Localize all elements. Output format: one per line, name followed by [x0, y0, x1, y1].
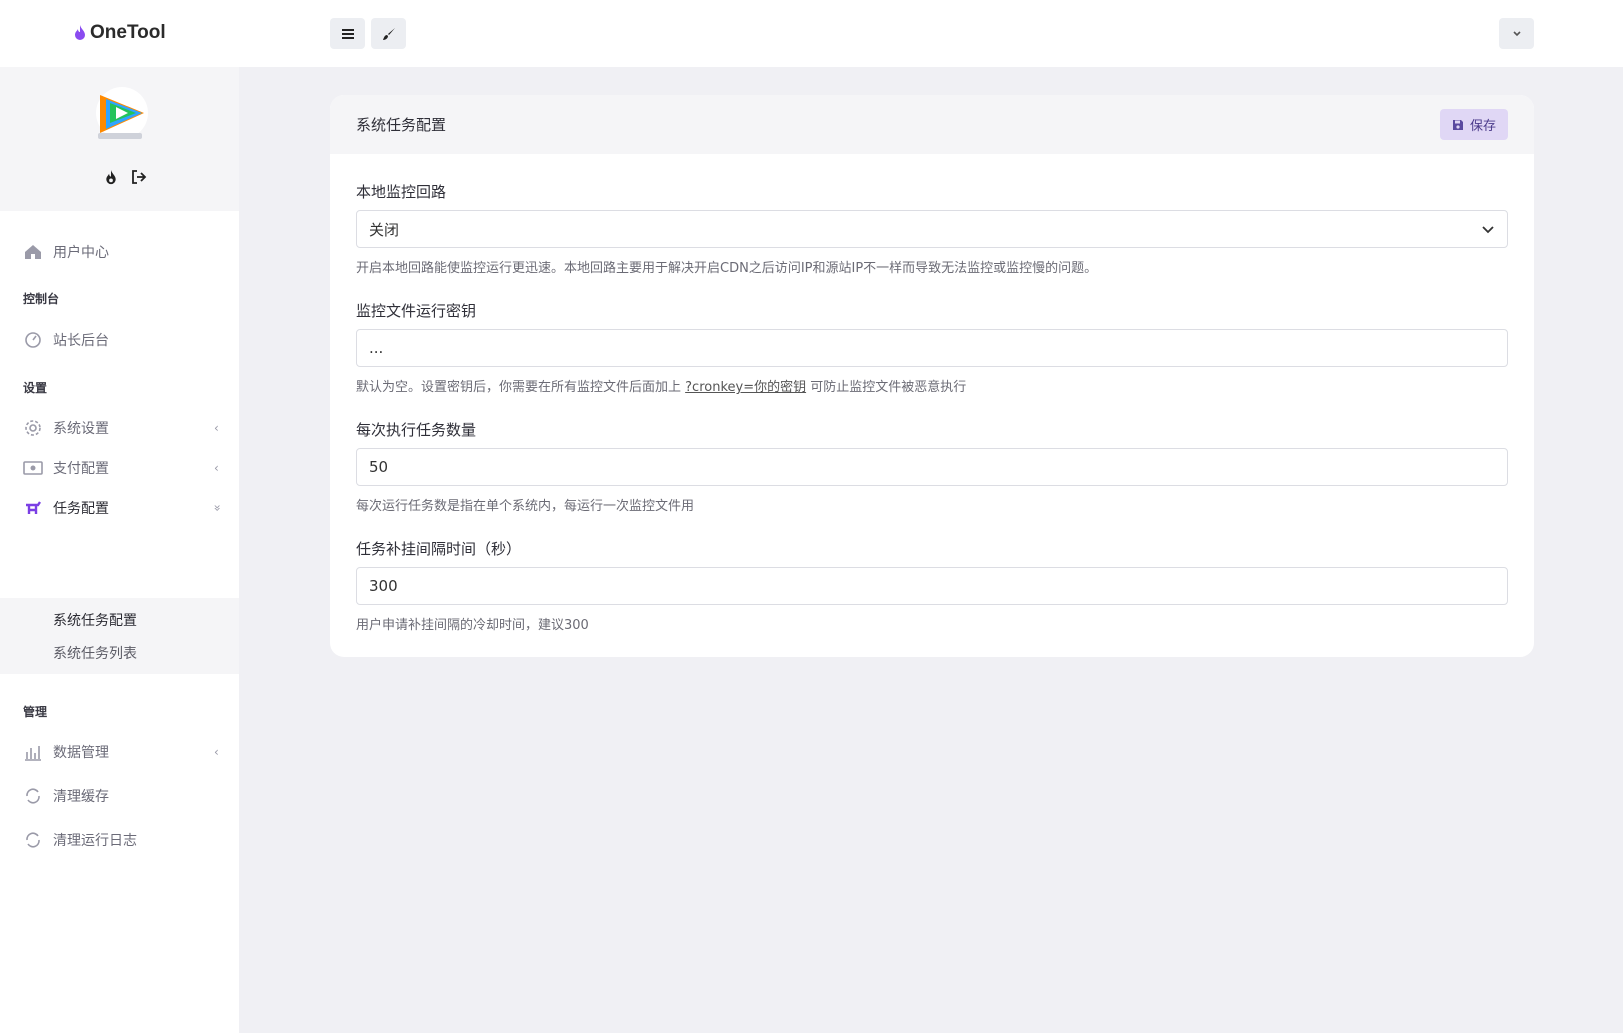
field-label-cron-key: 监控文件运行密钥 [356, 302, 477, 320]
card-title: 系统任务配置 [356, 116, 447, 134]
sidebar-section-settings: 设置 [23, 381, 48, 395]
sidebar-item-user-center[interactable]: 用户中心 [0, 233, 239, 271]
field-label-local-loop: 本地监控回路 [356, 183, 447, 201]
sidebar-item-label: 清理缓存 [53, 789, 109, 805]
refresh-icon [23, 830, 43, 850]
chevron-double-down-icon: » [210, 504, 225, 512]
home-icon [23, 242, 43, 262]
field-label-retry-interval: 任务补挂间隔时间（秒） [356, 540, 522, 558]
gear-icon [23, 418, 43, 438]
flame-icon [106, 169, 116, 184]
help-task-count: 每次运行任务数是指在单个系统内，每运行一次监控文件用 [356, 499, 695, 514]
help-cron-key-prefix: 默认为空。设置密钥后，你需要在所有监控文件后面加上 [356, 380, 686, 395]
sidebar-item-clear-cache[interactable]: 清理缓存 [0, 777, 239, 815]
save-button[interactable]: 保存 [1440, 109, 1508, 140]
flame-button[interactable] [103, 169, 119, 185]
sidebar-item-label: 清理运行日志 [53, 833, 137, 849]
sidebar-item-clear-logs[interactable]: 清理运行日志 [0, 821, 239, 859]
user-menu-button[interactable] [1499, 18, 1534, 49]
flame-icon [75, 25, 85, 40]
sidebar-item-admin[interactable]: 站长后台 [0, 321, 239, 359]
logout-button[interactable] [131, 169, 147, 185]
brand[interactable]: OneTool [74, 20, 166, 46]
chevron-left-icon: ‹ [214, 461, 219, 475]
sidebar-item-label: 站长后台 [53, 333, 109, 349]
tencent-video-logo[interactable] [92, 85, 152, 145]
local-loop-value: 关闭 [369, 220, 400, 239]
brand-name: OneTool [90, 22, 166, 43]
card-header: 系统任务配置 保存 [330, 95, 1534, 154]
theme-button[interactable] [371, 18, 406, 49]
sidebar-item-task-config[interactable]: 任务配置 » [0, 489, 239, 527]
save-icon [1452, 119, 1463, 130]
sidebar-item-label: 数据管理 [53, 745, 109, 761]
sidebar-item-system-settings[interactable]: 系统设置 ‹ [0, 409, 239, 447]
field-label-task-count: 每次执行任务数量 [356, 421, 477, 439]
sidebar-section-manage: 管理 [23, 705, 48, 719]
sidebar-item-label: 系统设置 [53, 421, 109, 437]
sidebar-item-label: 任务配置 [53, 501, 109, 517]
retry-interval-value: 300 [369, 577, 398, 595]
help-cron-key-suffix: 可防止监控文件被恶意执行 [806, 380, 967, 395]
chevron-down-icon [1482, 226, 1494, 234]
paint-brush-icon [382, 27, 395, 40]
cron-key-input[interactable]: ... [356, 329, 1508, 367]
sidebar-item-payment[interactable]: 支付配置 ‹ [0, 449, 239, 487]
save-label: 保存 [1469, 119, 1496, 134]
menu-toggle-button[interactable] [330, 18, 365, 49]
bar-chart-icon [23, 742, 43, 762]
sidebar-subitem-task-config[interactable]: 系统任务配置 [53, 610, 137, 630]
top-bar: OneTool [0, 0, 1623, 67]
task-count-input[interactable]: 50 [356, 448, 1508, 486]
sidebar-item-label: 用户中心 [53, 245, 109, 261]
sidebar: 用户中心 控制台 站长后台 设置 系统设置 ‹ 支付配置 ‹ 任务配置 » 管理… [0, 67, 239, 1033]
chevron-left-icon: ‹ [214, 745, 219, 759]
sidebar-section-console: 控制台 [23, 292, 60, 306]
sidebar-item-data-manage[interactable]: 数据管理 ‹ [0, 733, 239, 771]
cron-key-value: ... [369, 339, 384, 357]
sidebar-header [0, 67, 239, 211]
chevron-down-icon [1512, 30, 1521, 36]
chevron-left-icon: ‹ [214, 421, 219, 435]
settings-card: 系统任务配置 保存 本地监控回路 关闭 开启本地回路能使监控运行更迅速。本地回路… [330, 95, 1534, 657]
refresh-icon [23, 786, 43, 806]
logout-icon [132, 170, 147, 184]
task-icon [23, 498, 43, 518]
hamburger-icon [341, 28, 354, 39]
local-loop-select[interactable]: 关闭 [356, 210, 1508, 248]
money-icon [23, 458, 43, 478]
task-count-value: 50 [369, 458, 389, 476]
sidebar-subnav-bg: 系统任务配置 系统任务列表 [0, 598, 239, 674]
sidebar-item-label: 支付配置 [53, 461, 109, 477]
sidebar-subitem-task-list[interactable]: 系统任务列表 [53, 643, 137, 663]
help-cron-key: 默认为空。设置密钥后，你需要在所有监控文件后面加上 ?cronkey=你的密钥 … [356, 376, 966, 395]
dashboard-icon [23, 330, 43, 350]
help-retry-interval: 用户申请补挂间隔的冷却时间，建议300 [356, 618, 589, 633]
help-local-loop: 开启本地回路能使监控运行更迅速。本地回路主要用于解决开启CDN之后访问IP和源站… [356, 261, 1098, 276]
help-cron-key-code: ?cronkey=你的密钥 [685, 380, 807, 395]
retry-interval-input[interactable]: 300 [356, 567, 1508, 605]
